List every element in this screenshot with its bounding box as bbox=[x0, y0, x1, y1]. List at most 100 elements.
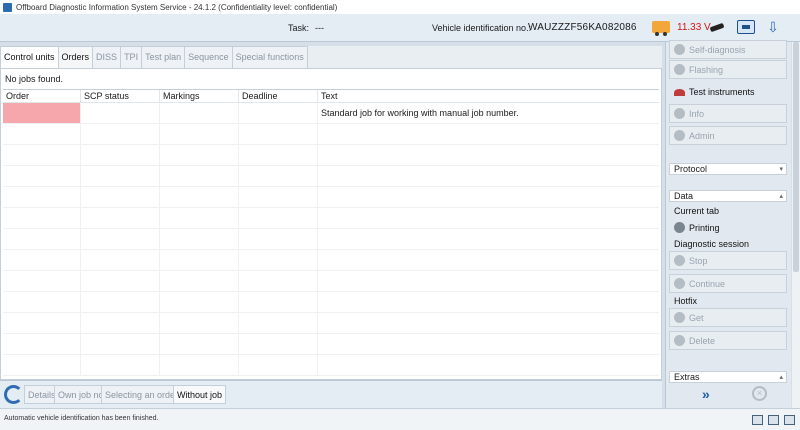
admin-button[interactable]: Admin bbox=[669, 126, 787, 145]
tab-diss[interactable]: DISS bbox=[92, 46, 122, 68]
close-icon[interactable]: × bbox=[752, 386, 767, 401]
flashing-icon bbox=[674, 64, 685, 75]
info-icon bbox=[674, 108, 685, 119]
footer-message: Automatic vehicle identification has bee… bbox=[4, 415, 159, 422]
tab-special-functions[interactable]: Special functions bbox=[231, 46, 308, 68]
scp-status-cell bbox=[81, 103, 160, 123]
hotfix-heading: Hotfix bbox=[674, 296, 698, 306]
task-value: --- bbox=[315, 23, 324, 33]
jobs-table: Order SCP status Markings Deadline Text … bbox=[3, 89, 659, 377]
get-label: Get bbox=[689, 313, 704, 323]
continue-icon bbox=[674, 278, 685, 289]
self-diagnosis-icon bbox=[674, 44, 685, 55]
window-title: Offboard Diagnostic Information System S… bbox=[16, 2, 338, 12]
stop-icon bbox=[674, 255, 685, 266]
admin-icon bbox=[674, 130, 685, 141]
empty-row bbox=[3, 250, 659, 271]
deadline-cell bbox=[239, 103, 318, 123]
empty-row bbox=[3, 208, 659, 229]
diagnostic-session-heading: Diagnostic session bbox=[674, 239, 750, 249]
flashing-label: Flashing bbox=[689, 65, 724, 75]
battery-voltage: 11.33 V bbox=[677, 22, 711, 33]
vehicle-icon[interactable] bbox=[652, 21, 670, 36]
stop-label: Stop bbox=[689, 256, 708, 266]
network-icon[interactable] bbox=[784, 415, 795, 425]
column-header-deadline[interactable]: Deadline bbox=[239, 90, 318, 102]
tab-test-plan[interactable]: Test plan bbox=[141, 46, 186, 68]
print-icon[interactable] bbox=[768, 415, 779, 425]
without-job-button[interactable]: Without job bbox=[173, 385, 227, 404]
select-order-button[interactable]: Selecting an order bbox=[101, 385, 183, 404]
tab-sequence[interactable]: Sequence bbox=[184, 46, 233, 68]
markings-cell bbox=[160, 103, 239, 123]
column-header-text[interactable]: Text bbox=[318, 90, 659, 102]
tab-tpi[interactable]: TPI bbox=[120, 46, 143, 68]
gauge-icon bbox=[674, 89, 685, 96]
flashing-button[interactable]: Flashing bbox=[669, 60, 787, 79]
right-panel: Self-diagnosis Flashing Test instruments… bbox=[665, 40, 791, 408]
chevron-down-icon: ▾ bbox=[779, 166, 783, 173]
status-bar: Task: --- Vehicle identification no.: WA… bbox=[0, 14, 800, 42]
test-instruments-label: Test instruments bbox=[689, 87, 755, 97]
task-label: Task: bbox=[288, 23, 310, 33]
self-diagnosis-label: Self-diagnosis bbox=[689, 45, 746, 55]
empty-row bbox=[3, 355, 659, 376]
main-tabs: Control units Orders DISS TPI Test plan … bbox=[0, 46, 662, 68]
chevron-up-icon: ▴ bbox=[779, 374, 783, 381]
empty-row bbox=[3, 313, 659, 334]
self-diagnosis-button[interactable]: Self-diagnosis bbox=[669, 40, 787, 59]
extras-label: Extras bbox=[674, 372, 700, 382]
delete-button[interactable]: Delete bbox=[669, 331, 787, 350]
column-header-order[interactable]: Order bbox=[3, 90, 81, 102]
empty-row bbox=[3, 271, 659, 292]
get-icon bbox=[674, 312, 685, 323]
usb-interface-icon[interactable] bbox=[737, 20, 755, 34]
empty-row bbox=[3, 229, 659, 250]
vin-value: WAUZZZF56KA082086 bbox=[528, 22, 637, 33]
order-cell[interactable] bbox=[3, 103, 81, 123]
stop-button[interactable]: Stop bbox=[669, 251, 787, 270]
connector-icon[interactable] bbox=[710, 21, 730, 33]
empty-row bbox=[3, 292, 659, 313]
window-titlebar: Offboard Diagnostic Information System S… bbox=[0, 0, 800, 14]
delete-icon bbox=[674, 335, 685, 346]
protocol-label: Protocol bbox=[674, 164, 708, 174]
chevron-up-icon: ▴ bbox=[779, 193, 783, 200]
column-header-scp-status[interactable]: SCP status bbox=[81, 90, 160, 102]
printing-label: Printing bbox=[689, 223, 720, 233]
empty-row bbox=[3, 187, 659, 208]
protocol-section-header[interactable]: Protocol ▾ bbox=[669, 163, 787, 175]
panel-scrollbar[interactable] bbox=[792, 42, 800, 408]
extras-section-header[interactable]: Extras ▴ bbox=[669, 371, 787, 383]
current-tab-heading: Current tab bbox=[674, 206, 720, 216]
table-row[interactable]: Standard job for working with manual job… bbox=[3, 103, 659, 124]
refresh-icon[interactable] bbox=[4, 385, 23, 404]
delete-label: Delete bbox=[689, 336, 716, 346]
empty-row bbox=[3, 124, 659, 145]
empty-row bbox=[3, 334, 659, 355]
continue-button[interactable]: Continue bbox=[669, 274, 787, 293]
printing-button[interactable]: Printing bbox=[669, 218, 787, 237]
test-instruments-button[interactable]: Test instruments bbox=[669, 82, 787, 101]
exit-icon[interactable] bbox=[752, 415, 763, 425]
text-cell: Standard job for working with manual job… bbox=[321, 108, 519, 118]
empty-row bbox=[3, 166, 659, 187]
download-icon[interactable]: ⇩ bbox=[766, 19, 780, 35]
column-header-markings[interactable]: Markings bbox=[160, 90, 239, 102]
tab-orders[interactable]: Orders bbox=[57, 46, 94, 68]
table-header: Order SCP status Markings Deadline Text bbox=[3, 90, 659, 103]
vin-label: Vehicle identification no.: bbox=[432, 23, 532, 33]
no-jobs-message: No jobs found. bbox=[5, 74, 64, 84]
footer-status-bar: Automatic vehicle identification has bee… bbox=[0, 408, 800, 430]
data-label: Data bbox=[674, 191, 694, 201]
scroll-thumb[interactable] bbox=[793, 42, 799, 272]
orders-content: No jobs found. Order SCP status Markings… bbox=[0, 68, 662, 380]
forward-arrow-icon[interactable]: » bbox=[702, 387, 720, 401]
tab-control-units[interactable]: Control units bbox=[0, 46, 59, 68]
continue-label: Continue bbox=[689, 279, 726, 289]
info-label: Info bbox=[689, 109, 705, 119]
info-button[interactable]: Info bbox=[669, 104, 787, 123]
get-button[interactable]: Get bbox=[669, 308, 787, 327]
empty-row bbox=[3, 145, 659, 166]
data-section-header[interactable]: Data ▴ bbox=[669, 190, 787, 202]
